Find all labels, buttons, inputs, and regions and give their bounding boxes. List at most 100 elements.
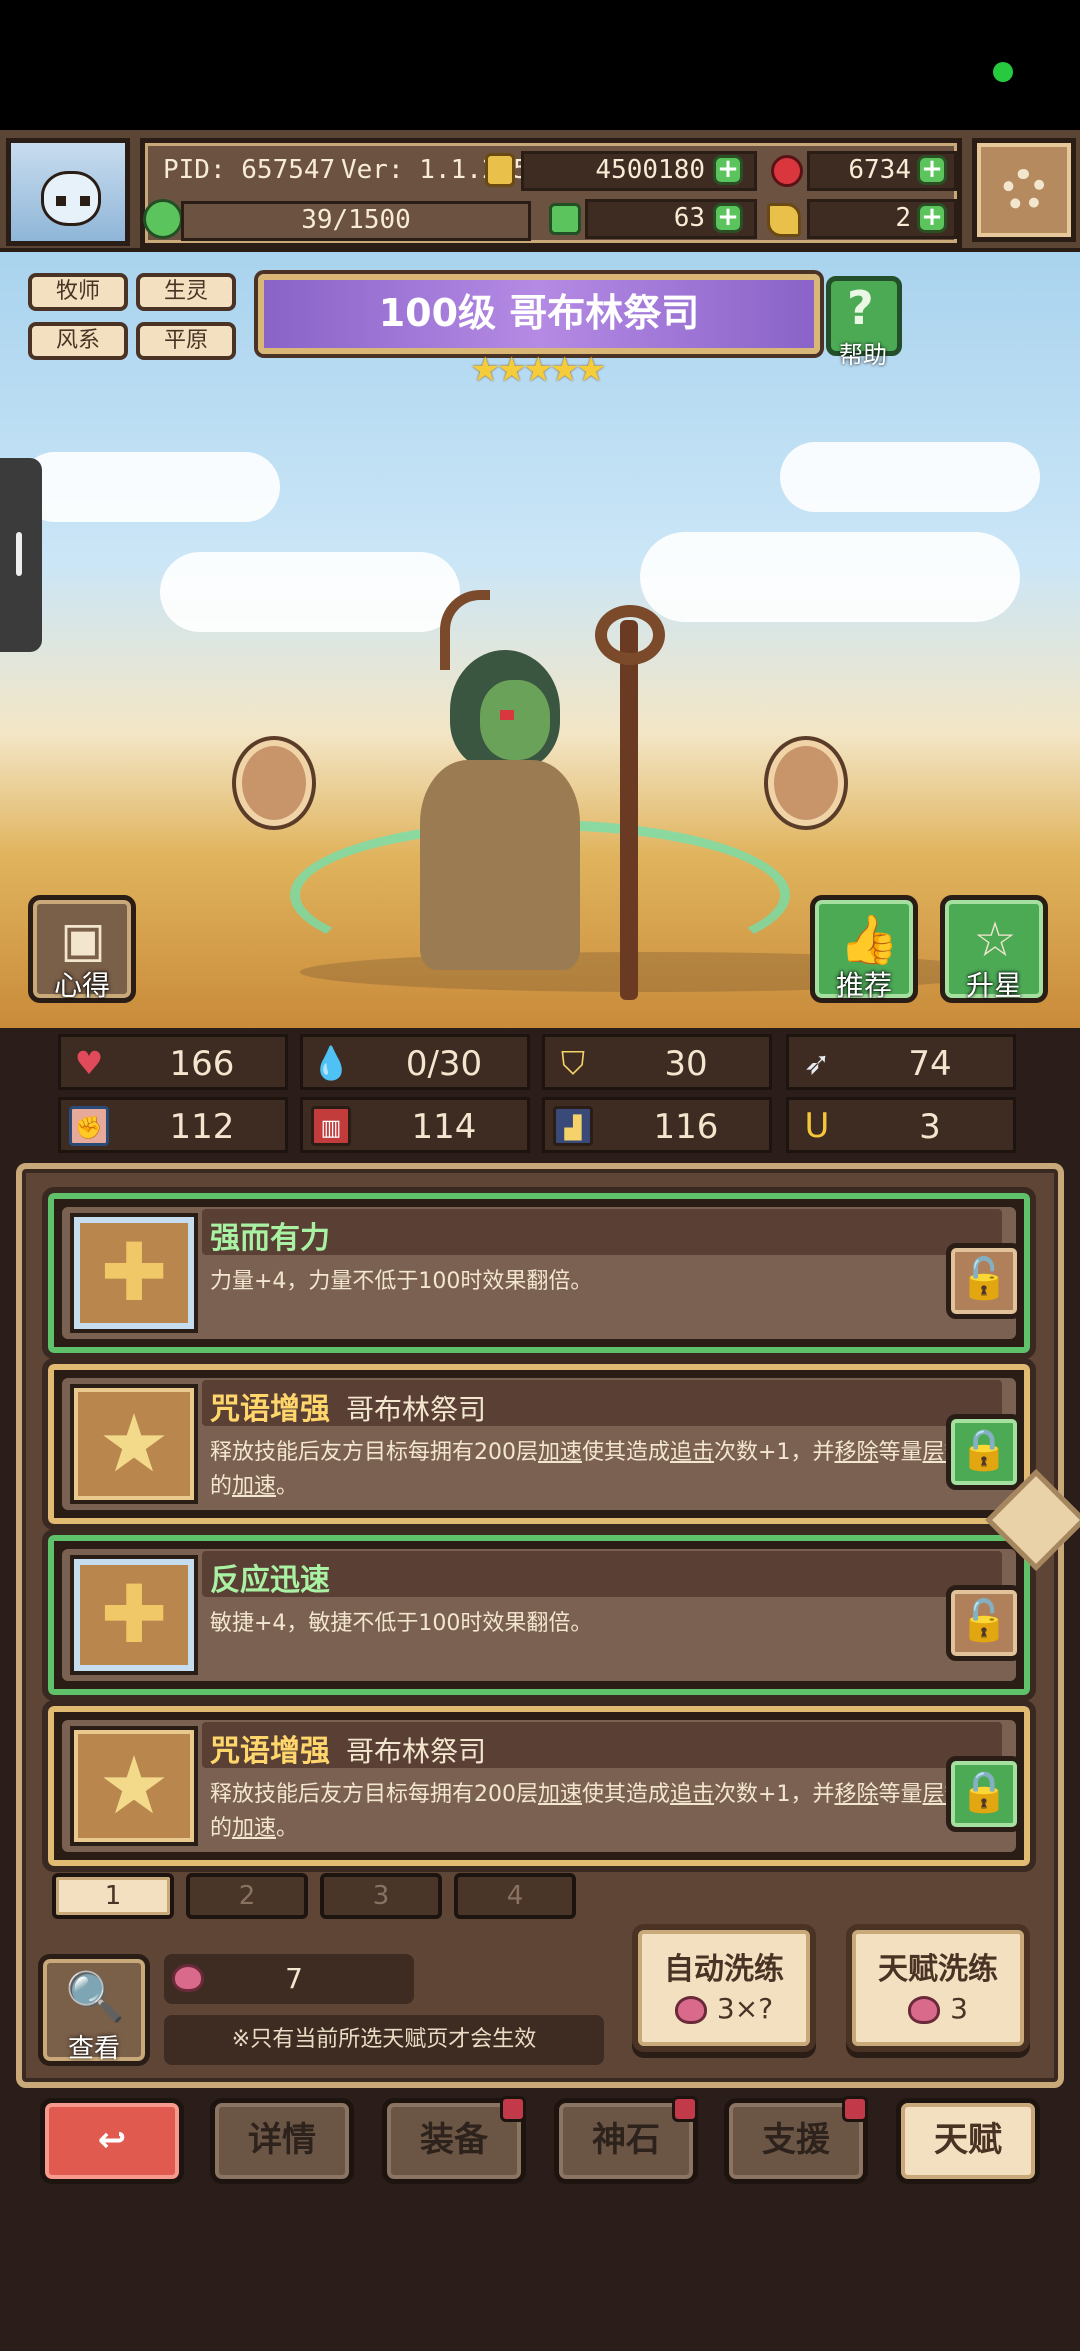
talent-page-tab-1[interactable]: 1: [52, 1873, 174, 1919]
star-up-label: 升星: [965, 969, 1022, 1002]
view-button[interactable]: 🔍 查看: [38, 1954, 150, 2066]
unlock-toggle-button[interactable]: 🔓: [946, 1243, 1022, 1319]
bottom-area: [0, 2198, 1080, 2351]
talent-card[interactable]: ★ 咒语增强 哥布林祭司 释放技能后友方目标每拥有200层加速使其造成追击次数+1…: [42, 1358, 1036, 1530]
talent-icon-box: ✚: [70, 1555, 198, 1675]
wash-potion-counter: 7: [164, 1954, 414, 2004]
status-bar: [0, 0, 1080, 130]
player-id: PID: 657547: [163, 155, 336, 185]
intellect-value: 114: [411, 1107, 477, 1147]
nav-talent[interactable]: 天赋: [896, 2098, 1040, 2184]
talent-wash-cost: 3: [852, 1992, 1024, 2025]
help-label: 帮助: [839, 341, 887, 369]
clover-icon: [549, 203, 581, 235]
talent-wash-label: 天赋洗练: [878, 1952, 998, 1987]
talent-card[interactable]: ★ 咒语增强 哥布林祭司 释放技能后友方目标每拥有200层加速使其造成追击次数+1…: [42, 1700, 1036, 1872]
talent-page-tab-4[interactable]: 4: [454, 1873, 576, 1919]
plus-cross-icon: ✚: [100, 1226, 168, 1319]
book-icon: ▥: [311, 1106, 351, 1146]
talent-page-tab-3[interactable]: 3: [320, 1873, 442, 1919]
gem-amount: 6734: [848, 155, 911, 185]
stat-intellect: ▥ 114: [300, 1097, 530, 1153]
talent-title: 强而有力: [210, 1221, 330, 1256]
camera-indicator-dot: [993, 62, 1013, 82]
key-icon: [767, 203, 801, 237]
unlocked-padlock-icon: 🔓: [959, 1598, 1009, 1644]
hp-value: 166: [169, 1044, 235, 1084]
fist-icon: ✊: [69, 1106, 109, 1146]
padlock-icon: 🔒: [959, 1427, 1009, 1473]
stat-defense: ⛉ 30: [542, 1034, 772, 1090]
agility-value: 116: [653, 1107, 719, 1147]
recommend-label: 推荐: [835, 969, 892, 1002]
auto-wash-cost: 3×?: [638, 1992, 810, 2025]
gold-coin-icon: [485, 153, 515, 187]
unlock-toggle-button[interactable]: 🔓: [946, 1585, 1022, 1661]
star-icon: ☆: [973, 912, 1017, 968]
strength-value: 112: [169, 1107, 235, 1147]
key-amount: 2: [895, 203, 911, 233]
side-drawer-handle[interactable]: [0, 458, 42, 652]
talent-description: 力量+4，力量不低于100时效果翻倍。: [210, 1269, 593, 1294]
add-gem-button[interactable]: +: [917, 155, 947, 185]
view-label: 查看: [67, 2034, 120, 2064]
lock-toggle-button[interactable]: 🔒: [946, 1756, 1022, 1832]
wing-icon: ➶: [803, 1044, 831, 1082]
gear-icon: [1003, 169, 1045, 211]
goblin-priest-sprite: [290, 590, 790, 1020]
insight-label: 心得: [53, 969, 110, 1002]
help-button[interactable]: ? 帮助: [826, 276, 902, 369]
luck-value: 3: [919, 1107, 941, 1147]
star-icon: ★: [98, 1739, 170, 1832]
back-button[interactable]: ↩: [40, 2098, 184, 2184]
equipment-notification-badge: [500, 2096, 526, 2122]
page-notice: ※只有当前所选天赋页才会生效: [164, 2015, 604, 2065]
water-drop-icon: 💧: [311, 1044, 351, 1082]
talent-icon-box: ★: [70, 1384, 198, 1504]
stat-agility: ▟ 116: [542, 1097, 772, 1153]
add-key-button[interactable]: +: [917, 203, 947, 233]
lock-toggle-button[interactable]: 🔒: [946, 1414, 1022, 1490]
nav-details[interactable]: 详情: [210, 2098, 354, 2184]
defense-value: 30: [664, 1044, 708, 1084]
speed-value: 74: [908, 1044, 952, 1084]
talent-description: 敏捷+4，敏捷不低于100时效果翻倍。: [210, 1611, 593, 1636]
talent-description: 释放技能后友方目标每拥有200层加速使其造成追击次数+1，并移除等量层数的加速。: [210, 1782, 967, 1841]
plus-cross-icon: ✚: [100, 1568, 168, 1661]
add-gold-button[interactable]: +: [713, 155, 743, 185]
talent-title: 反应迅速: [210, 1563, 330, 1598]
tag-terrain: 平原: [136, 322, 236, 360]
talent-wash-button[interactable]: 天赋洗练 3: [846, 1924, 1030, 2052]
talent-card[interactable]: ✚ 强而有力 力量+4，力量不低于100时效果翻倍。 🔓: [42, 1187, 1036, 1359]
horseshoe-icon: Ս: [804, 1106, 830, 1146]
talent-card[interactable]: ✚ 反应迅速 敏捷+4，敏捷不低于100时效果翻倍。 🔓: [42, 1529, 1036, 1701]
clover-amount: 63: [673, 203, 705, 233]
potion-icon: [172, 1964, 204, 1992]
stat-mana: 💧 0/30: [300, 1034, 530, 1090]
stat-hp: ♥ 166: [58, 1034, 288, 1090]
talent-icon-box: ★: [70, 1726, 198, 1846]
settings-button[interactable]: [972, 138, 1076, 242]
insight-button[interactable]: ▣ 心得: [28, 895, 136, 1003]
tag-race: 生灵: [136, 273, 236, 311]
padlock-icon: 🔒: [959, 1769, 1009, 1815]
clover-exp-icon: [143, 199, 183, 239]
star-up-button[interactable]: ☆ 升星: [940, 895, 1048, 1003]
stat-speed: ➶ 74: [786, 1034, 1016, 1090]
question-mark-icon: ?: [847, 281, 874, 335]
talent-page-tab-2[interactable]: 2: [186, 1873, 308, 1919]
left-orb-ornament: [236, 740, 312, 826]
recommend-button[interactable]: 👍 推荐: [810, 895, 918, 1003]
player-avatar[interactable]: [6, 138, 130, 246]
add-clover-button[interactable]: +: [713, 203, 743, 233]
support-notification-badge: [842, 2096, 868, 2122]
talent-title: 咒语增强 哥布林祭司: [210, 1734, 487, 1769]
potion-icon: [674, 1996, 707, 2024]
talent-title: 咒语增强 哥布林祭司: [210, 1392, 487, 1427]
tag-element: 风系: [28, 322, 128, 360]
godstone-notification-badge: [672, 2096, 698, 2122]
heart-icon: ♥: [74, 1044, 104, 1082]
auto-wash-button[interactable]: 自动洗练 3×?: [632, 1924, 816, 2052]
star-icon: ★: [98, 1397, 170, 1490]
mana-value: 0/30: [405, 1044, 483, 1084]
